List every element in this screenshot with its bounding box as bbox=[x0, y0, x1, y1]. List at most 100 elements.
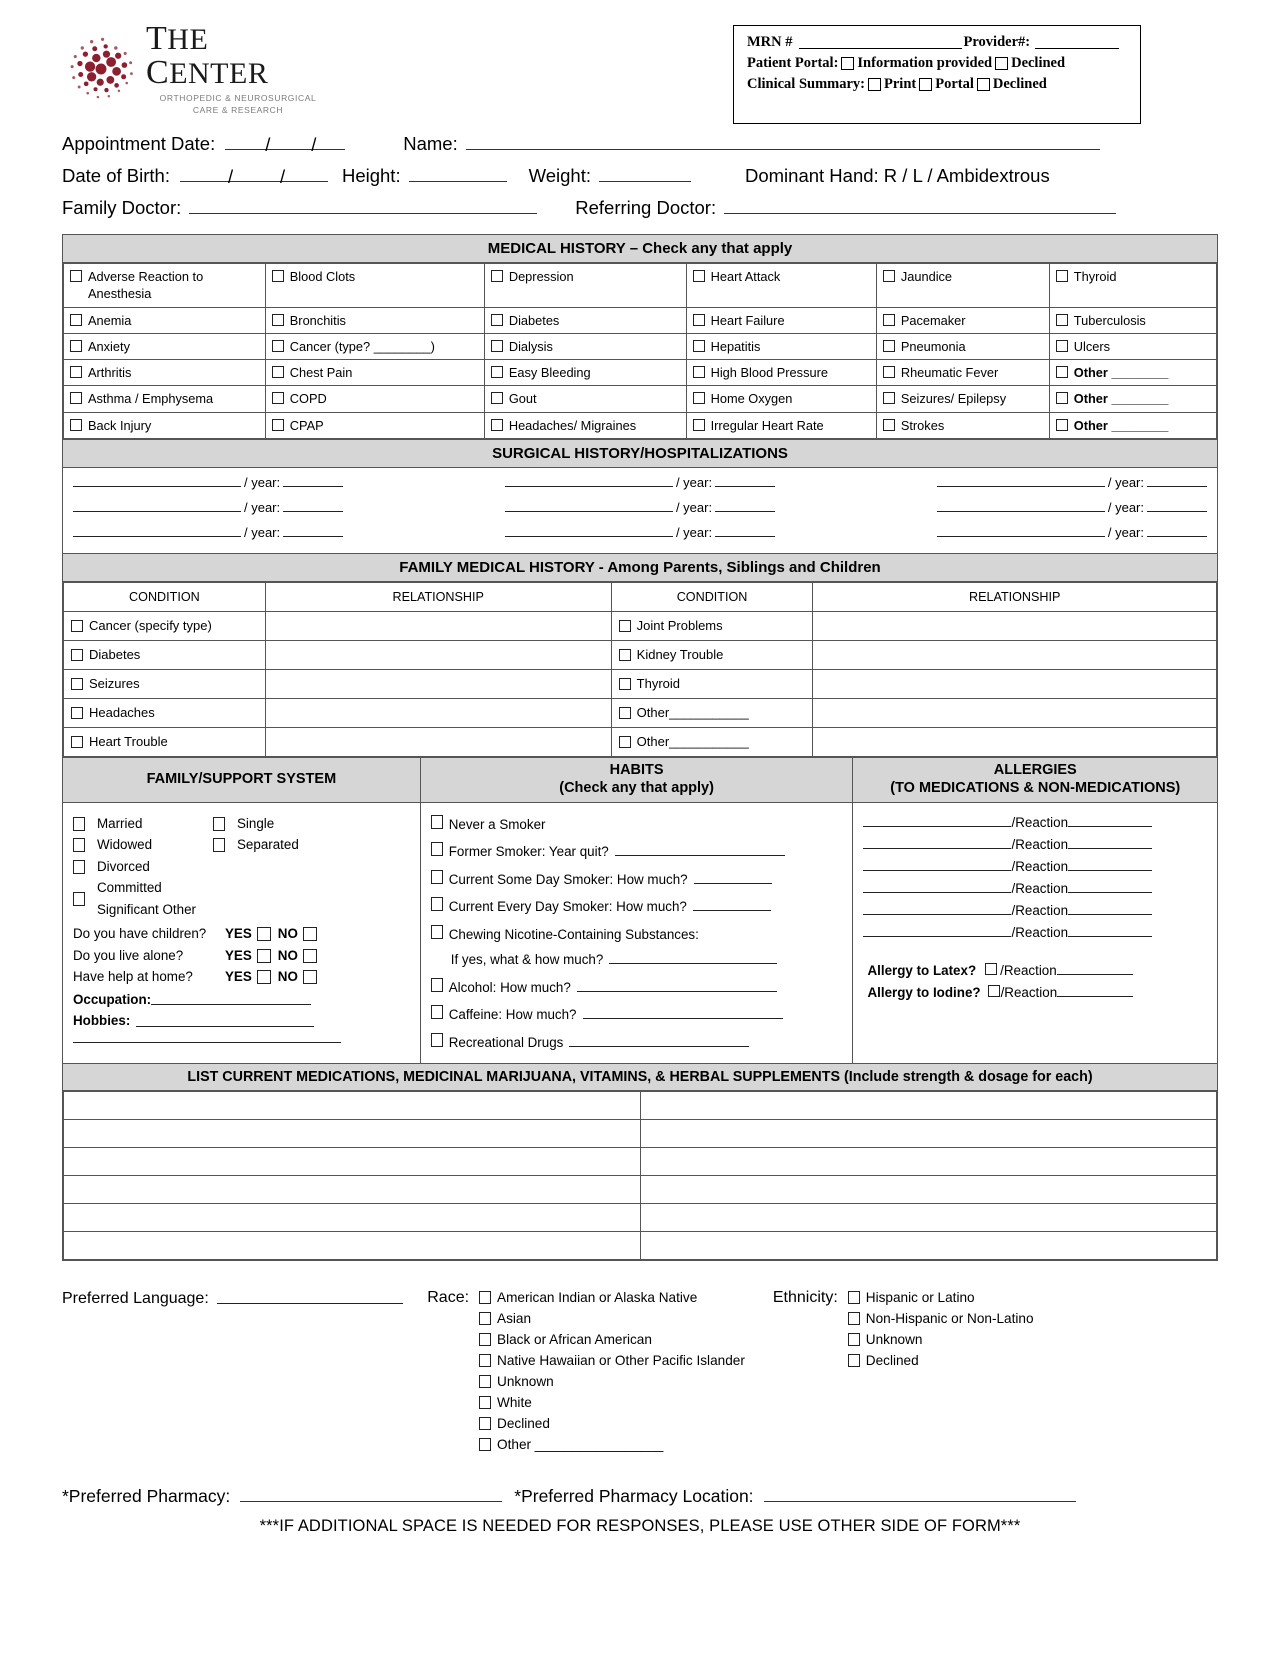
surgery-year-input[interactable] bbox=[283, 472, 344, 487]
surgery-year-input[interactable] bbox=[283, 497, 344, 512]
checkbox-row[interactable]: Chest Pain bbox=[271, 364, 478, 381]
checkbox-row[interactable]: Strokes bbox=[882, 417, 1043, 434]
checkbox-row[interactable]: Ulcers bbox=[1055, 338, 1210, 355]
condition-checkbox[interactable] bbox=[882, 270, 895, 282]
marital-status-option[interactable]: Married bbox=[73, 813, 213, 835]
race-option[interactable]: Native Hawaiian or Other Pacific Islande… bbox=[479, 1350, 745, 1371]
family-condition-checkbox[interactable] bbox=[618, 736, 631, 749]
marital-status-checkbox[interactable] bbox=[73, 891, 85, 906]
no-checkbox[interactable] bbox=[302, 948, 317, 963]
checkbox-row[interactable]: Bronchitis bbox=[271, 312, 478, 329]
checkbox-row[interactable]: Tuberculosis bbox=[1055, 312, 1210, 329]
checkbox-row[interactable]: Other___________ bbox=[618, 734, 806, 749]
habit-checkbox[interactable] bbox=[430, 1032, 443, 1047]
surgery-name-input[interactable] bbox=[73, 472, 241, 487]
checkbox-row[interactable]: Other ________ bbox=[1055, 364, 1210, 381]
race-checkbox[interactable] bbox=[479, 1354, 492, 1368]
height-input[interactable] bbox=[408, 163, 507, 182]
surgery-name-input[interactable] bbox=[504, 497, 673, 512]
condition-checkbox[interactable] bbox=[70, 418, 82, 431]
appointment-date-input[interactable]: / / bbox=[225, 131, 346, 155]
ethnicity-checkbox[interactable] bbox=[847, 1312, 860, 1326]
preferred-language-input[interactable] bbox=[217, 1289, 404, 1305]
marital-status-checkbox[interactable] bbox=[213, 838, 225, 853]
iodine-allergy-checkbox[interactable] bbox=[987, 984, 1000, 997]
allergen-input[interactable] bbox=[863, 812, 1012, 827]
medication-input-cell[interactable] bbox=[63, 1147, 641, 1177]
habit-checkbox[interactable] bbox=[430, 1005, 443, 1020]
family-condition-checkbox[interactable] bbox=[71, 678, 83, 691]
habit-input[interactable] bbox=[582, 1008, 783, 1020]
medication-input-cell[interactable] bbox=[639, 1091, 1217, 1121]
referring-doctor-input[interactable] bbox=[724, 195, 1117, 214]
family-condition-checkbox[interactable] bbox=[618, 707, 631, 720]
name-input[interactable] bbox=[465, 131, 1100, 150]
preferred-pharmacy-input[interactable] bbox=[240, 1483, 503, 1503]
checkbox-row[interactable]: Heart Failure bbox=[692, 312, 870, 329]
condition-checkbox[interactable] bbox=[692, 366, 705, 379]
no-checkbox[interactable] bbox=[302, 927, 317, 942]
surgery-name-input[interactable] bbox=[73, 497, 241, 512]
checkbox-row[interactable]: High Blood Pressure bbox=[692, 364, 870, 381]
family-condition-checkbox[interactable] bbox=[71, 649, 83, 662]
family-condition-checkbox[interactable] bbox=[618, 678, 631, 691]
family-doctor-input[interactable] bbox=[189, 195, 538, 214]
condition-checkbox[interactable] bbox=[70, 366, 82, 379]
race-checkbox[interactable] bbox=[479, 1375, 492, 1389]
checkbox-row[interactable]: Thyroid bbox=[618, 676, 806, 691]
surgery-name-input[interactable] bbox=[504, 472, 673, 487]
checkbox-row[interactable]: Seizures bbox=[71, 676, 258, 691]
checkbox-row[interactable]: Other ________ bbox=[1055, 417, 1210, 434]
checkbox-row[interactable]: Kidney Trouble bbox=[618, 647, 806, 662]
marital-status-option[interactable]: Widowed bbox=[73, 834, 213, 856]
checkbox-row[interactable]: Joint Problems bbox=[618, 618, 806, 633]
medication-input-cell[interactable] bbox=[639, 1231, 1217, 1261]
habit-input[interactable] bbox=[614, 845, 785, 857]
checkbox-row[interactable]: Pneumonia bbox=[882, 338, 1043, 355]
marital-status-checkbox[interactable] bbox=[73, 859, 85, 874]
family-relationship-input-right[interactable] bbox=[812, 610, 1217, 641]
reaction-input[interactable] bbox=[1068, 834, 1153, 849]
habit-input[interactable] bbox=[576, 981, 777, 992]
condition-checkbox[interactable] bbox=[1055, 366, 1068, 379]
condition-checkbox[interactable] bbox=[70, 339, 82, 352]
condition-checkbox[interactable] bbox=[490, 366, 503, 379]
checkbox-row[interactable]: Diabetes bbox=[71, 647, 258, 662]
medication-input-cell[interactable] bbox=[63, 1175, 641, 1205]
family-condition-checkbox[interactable] bbox=[71, 707, 83, 720]
race-checkbox[interactable] bbox=[479, 1417, 492, 1431]
hobbies-input[interactable] bbox=[136, 1016, 315, 1027]
medication-input-cell[interactable] bbox=[63, 1231, 641, 1261]
marital-status-checkbox[interactable] bbox=[73, 816, 85, 831]
checkbox-row[interactable]: Rheumatic Fever bbox=[882, 364, 1043, 381]
checkbox-row[interactable]: Depression bbox=[490, 268, 680, 285]
allergen-input[interactable] bbox=[863, 834, 1012, 849]
checkbox-row[interactable]: Diabetes bbox=[490, 312, 680, 329]
condition-checkbox[interactable] bbox=[692, 270, 705, 282]
condition-checkbox[interactable] bbox=[271, 366, 284, 379]
checkbox-row[interactable]: Easy Bleeding bbox=[490, 364, 680, 381]
surgery-year-input[interactable] bbox=[715, 522, 776, 537]
condition-checkbox[interactable] bbox=[70, 270, 82, 282]
surgery-name-input[interactable] bbox=[936, 522, 1105, 537]
checkbox-row[interactable]: Anemia bbox=[70, 312, 259, 329]
checkbox-row[interactable]: Cancer (type? ________) bbox=[271, 338, 478, 355]
reaction-input[interactable] bbox=[1068, 900, 1153, 915]
checkbox-row[interactable]: Home Oxygen bbox=[692, 390, 870, 407]
race-option[interactable]: Unknown bbox=[479, 1371, 745, 1392]
checkbox-row[interactable]: Seizures/ Epilepsy bbox=[882, 390, 1043, 407]
family-relationship-input-left[interactable] bbox=[264, 639, 612, 670]
condition-checkbox[interactable] bbox=[490, 313, 503, 326]
habit-checkbox[interactable] bbox=[430, 814, 443, 829]
family-relationship-input-left[interactable] bbox=[264, 726, 612, 757]
surgery-year-input[interactable] bbox=[1147, 472, 1207, 487]
race-option[interactable]: Black or African American bbox=[479, 1329, 745, 1350]
condition-checkbox[interactable] bbox=[490, 339, 503, 352]
reaction-input[interactable] bbox=[1068, 812, 1153, 827]
family-relationship-input-left[interactable] bbox=[264, 610, 612, 641]
checkbox-row[interactable]: Other ________ bbox=[1055, 390, 1210, 407]
no-checkbox[interactable] bbox=[302, 970, 317, 985]
habit-input[interactable] bbox=[609, 953, 778, 965]
habit-checkbox[interactable] bbox=[430, 977, 443, 992]
habit-checkbox[interactable] bbox=[430, 897, 443, 912]
